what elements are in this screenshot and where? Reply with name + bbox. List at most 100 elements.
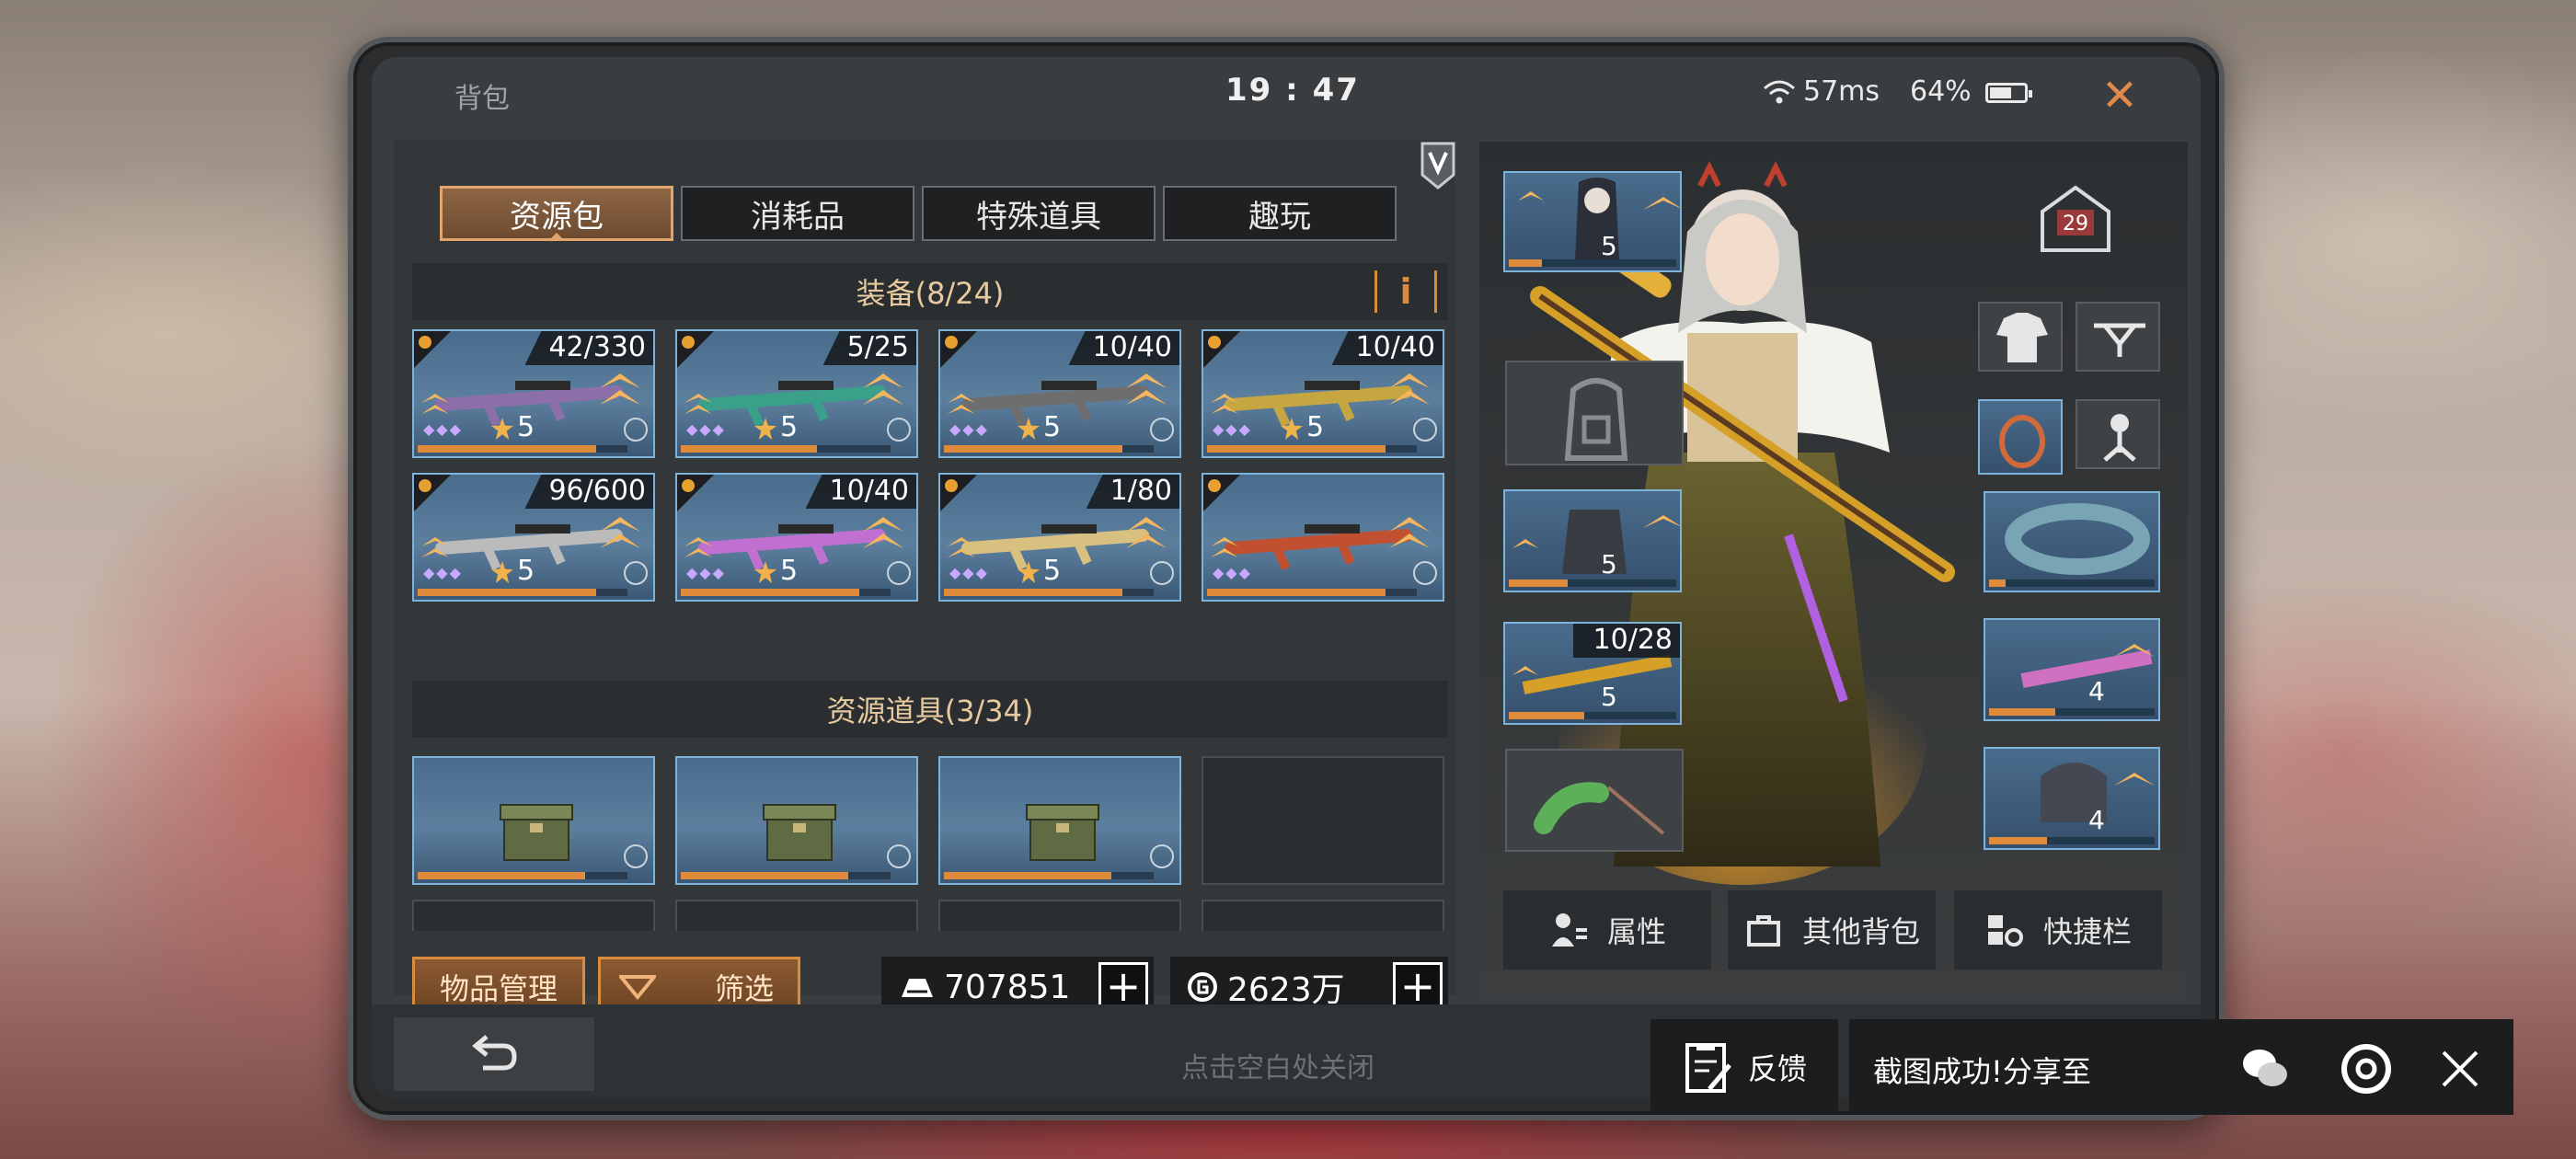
resource-slot[interactable] <box>675 756 918 885</box>
quality-dots: ◆◆◆ <box>423 564 463 581</box>
feedback-button[interactable]: 反馈 <box>1650 1019 1838 1115</box>
equip-slot-weapon[interactable]: 10/28 5 <box>1503 622 1682 725</box>
ring-icon <box>1999 415 2045 468</box>
lock-icon <box>1150 561 1174 585</box>
supply-crate-icon <box>763 804 836 861</box>
back-arrow-icon <box>472 1035 517 1071</box>
vip-badge-icon[interactable] <box>1419 140 1457 191</box>
equip-slot-sidearm[interactable]: 4 <box>1984 618 2160 721</box>
shortcut-bar-button[interactable]: 快捷栏 <box>1954 890 2162 970</box>
turret-slot[interactable] <box>2076 399 2160 469</box>
rarity-corner-icon <box>414 475 451 511</box>
equipment-slot[interactable]: ◆◆◆ 5 10/40 <box>1202 329 1444 458</box>
equipment-slot[interactable]: ◆◆◆ 5 10/40 <box>938 329 1181 458</box>
equip-slot-skin[interactable]: 5 <box>1503 171 1682 272</box>
wechat-icon[interactable] <box>2239 1043 2291 1095</box>
durability-bar <box>1207 589 1417 596</box>
equipment-slot[interactable]: ◆◆◆ 5 1/80 <box>938 473 1181 602</box>
item-level: 5 <box>780 555 799 587</box>
lock-icon <box>1150 418 1174 442</box>
item-count: 10/40 <box>1331 331 1443 365</box>
tab-special-items[interactable]: 特殊道具 <box>922 186 1156 241</box>
equip-level: 5 <box>1601 549 1617 580</box>
item-level: 5 <box>1043 555 1062 587</box>
character-level: 29 <box>2063 212 2088 235</box>
equip-slot-helmet[interactable]: 4 <box>1984 747 2160 850</box>
other-bags-label: 其他背包 <box>1801 914 1920 949</box>
equip-slot-tool[interactable] <box>1505 749 1684 852</box>
empty-slot[interactable] <box>675 900 918 931</box>
status-bar: 背包 19 : 47 57ms 64% ✕ <box>372 57 2201 131</box>
shortcut-gear-icon <box>1987 915 2023 947</box>
item-count: 42/330 <box>524 331 653 365</box>
equipment-slot[interactable]: ◆◆◆ 5 96/600 <box>412 473 655 602</box>
rank-chevron-icon <box>948 537 975 557</box>
tap-to-close-hint[interactable]: 点击空白处关闭 <box>1181 1045 1374 1085</box>
ring-slot[interactable] <box>1978 399 2063 475</box>
resource-slot[interactable] <box>412 756 655 885</box>
equip-slot-backpack[interactable] <box>1505 361 1684 465</box>
close-icon[interactable] <box>2434 1043 2486 1095</box>
empty-slot[interactable] <box>1202 756 1444 885</box>
upgrade-arrow-icon <box>1126 517 1167 548</box>
tab-fun[interactable]: 趣玩 <box>1163 186 1397 241</box>
item-level: 5 <box>517 411 535 443</box>
durability-bar <box>681 589 891 596</box>
equipment-slot[interactable]: ◆◆◆ 5 5/25 <box>675 329 918 458</box>
equip-count: 10/28 <box>1572 624 1680 658</box>
rarity-corner-icon <box>940 331 977 368</box>
empty-slot[interactable] <box>938 900 1181 931</box>
resources-header-text: 资源道具(3/34) <box>826 694 1034 729</box>
rarity-corner-icon <box>414 331 451 368</box>
quality-dots: ◆◆◆ <box>1213 564 1252 581</box>
lock-icon <box>624 844 648 868</box>
filter-label: 筛选 <box>715 971 775 1006</box>
backpack-icon <box>1564 378 1628 461</box>
equipment-slot[interactable]: ◆◆◆ <box>1202 473 1444 602</box>
back-button[interactable] <box>394 1017 594 1091</box>
drone-slot[interactable] <box>2076 302 2160 372</box>
attributes-label: 属性 <box>1606 914 1666 949</box>
resource-slot[interactable] <box>938 756 1181 885</box>
turret-icon <box>2103 414 2136 462</box>
item-count: 10/40 <box>805 475 916 509</box>
equipment-slot[interactable]: ◆◆◆ 5 10/40 <box>675 473 918 602</box>
other-bags-button[interactable]: 其他背包 <box>1728 890 1936 970</box>
lock-icon <box>887 561 911 585</box>
empty-slot[interactable] <box>412 900 655 931</box>
equipment-slot[interactable]: ◆◆◆ 5 42/330 <box>412 329 655 458</box>
lock-icon <box>1413 418 1437 442</box>
coin-icon <box>1188 972 1217 1002</box>
level-house-icon[interactable]: 29 <box>2035 182 2116 256</box>
ping-text: 57ms <box>1803 75 1880 108</box>
upgrade-arrow-icon <box>1389 373 1430 405</box>
attributes-button[interactable]: 属性 <box>1503 890 1711 970</box>
info-button[interactable]: i <box>1374 270 1437 313</box>
empty-slot[interactable] <box>1202 900 1444 931</box>
tab-resource-pack[interactable]: 资源包 <box>440 186 673 241</box>
rank-chevron-icon <box>1211 394 1238 414</box>
supply-crate-icon <box>500 804 573 861</box>
equipment-header-text: 装备(8/24) <box>856 276 1005 311</box>
equip-slot-bracelet[interactable] <box>1984 491 2160 592</box>
tab-consumables[interactable]: 消耗品 <box>681 186 914 241</box>
rarity-corner-icon <box>677 331 714 368</box>
durability-bar <box>418 445 627 453</box>
helmet-icon <box>2041 763 2155 822</box>
armor-icon <box>1512 510 1680 574</box>
category-tabs: 资源包 消耗品 特殊道具 趣玩 <box>440 186 1397 245</box>
moments-icon[interactable] <box>2340 1043 2392 1095</box>
battery-icon <box>1985 83 2032 103</box>
gold-amount: 707851 <box>944 968 1071 1006</box>
rank-chevron-icon <box>684 394 712 414</box>
durability-bar <box>944 445 1154 453</box>
close-icon[interactable]: ✕ <box>2098 74 2142 118</box>
upgrade-arrow-icon <box>600 517 640 548</box>
shirt-slot[interactable] <box>1978 302 2063 372</box>
rank-chevron-icon <box>1211 537 1238 557</box>
durability-bar <box>418 589 627 596</box>
feedback-label: 反馈 <box>1747 1051 1807 1086</box>
shortcut-bar-label: 快捷栏 <box>2042 914 2132 949</box>
upgrade-arrow-icon <box>600 373 640 405</box>
equip-slot-armor[interactable]: 5 <box>1503 489 1682 592</box>
